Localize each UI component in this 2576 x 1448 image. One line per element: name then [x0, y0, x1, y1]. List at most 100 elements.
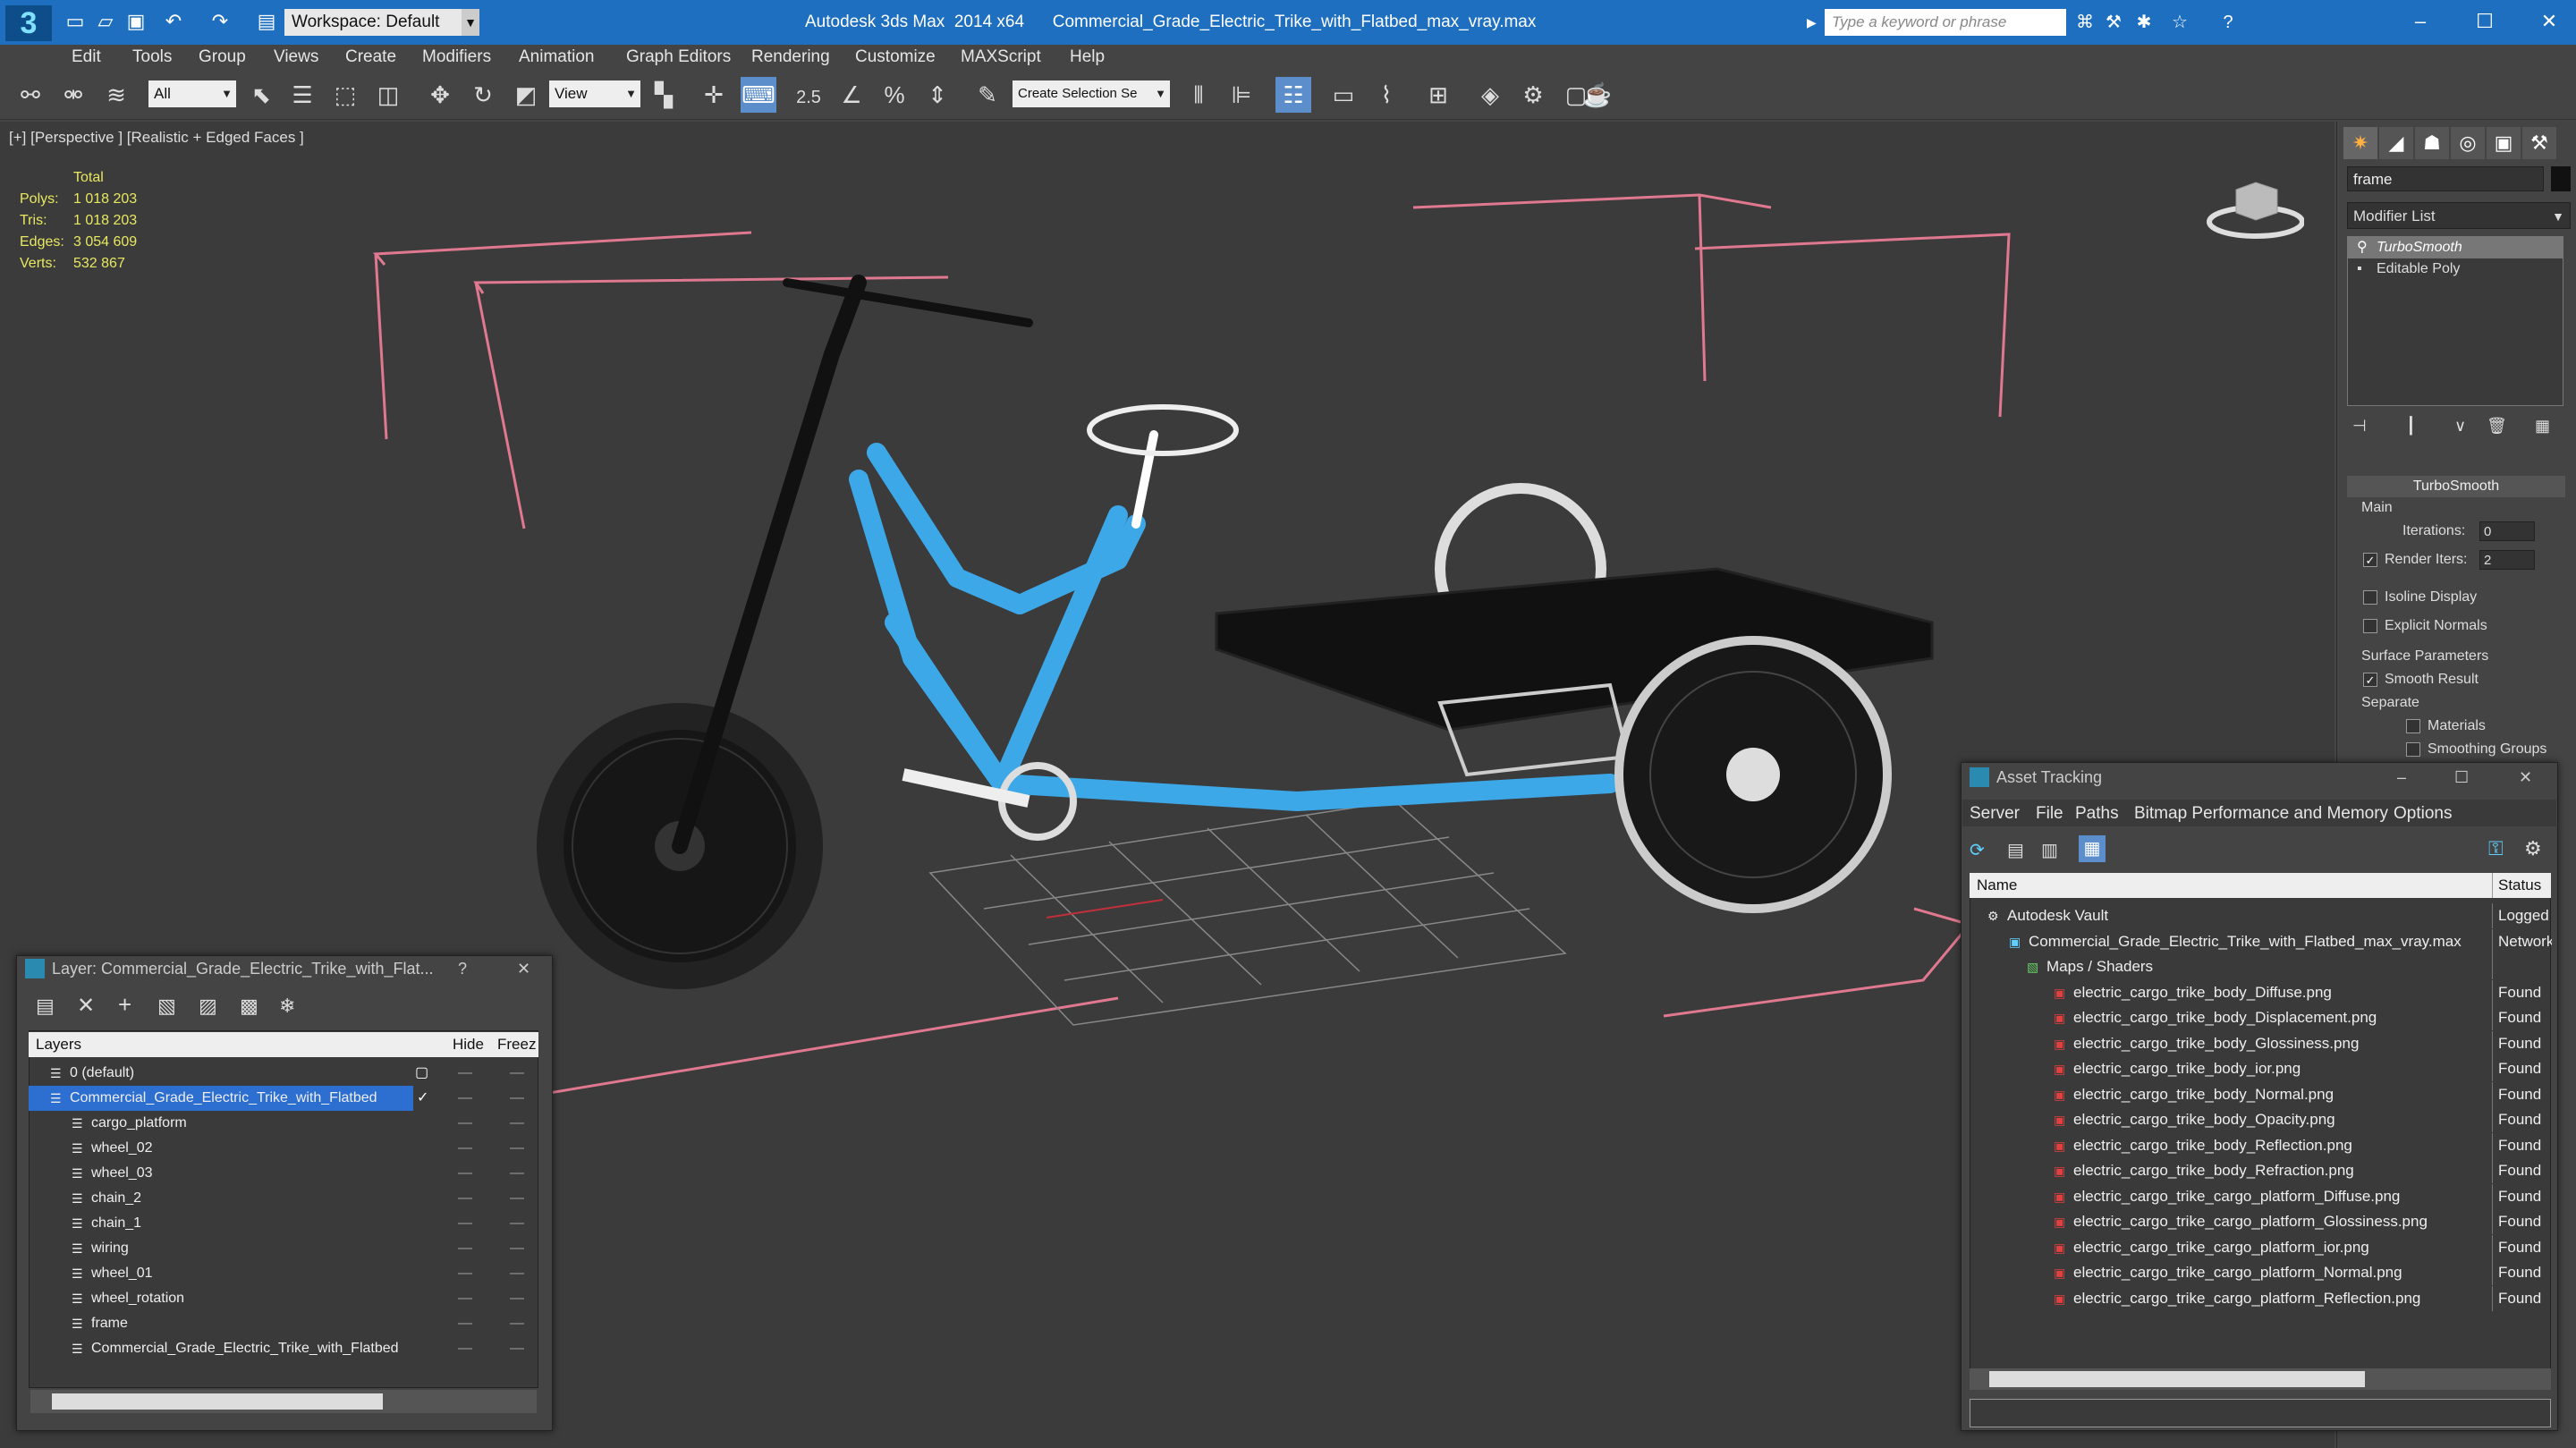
layer-freeze-toggle[interactable]: — [510, 1286, 524, 1311]
favorites-star-icon[interactable]: ☆ [2168, 11, 2191, 34]
open-file-icon[interactable]: ▱ [93, 9, 118, 34]
layer-close-icon[interactable]: ✕ [517, 955, 530, 982]
align-icon[interactable]: ⊫ [1224, 77, 1259, 113]
highlight-layer-icon[interactable]: ▨ [199, 995, 217, 1018]
modify-tab-icon[interactable]: ◢ [2379, 127, 2413, 159]
redo-icon[interactable]: ↷ [208, 9, 233, 34]
app-logo-icon[interactable]: 3 [5, 5, 52, 41]
percent-snap-icon[interactable]: % [877, 77, 912, 113]
menu-modifiers[interactable]: Modifiers [422, 47, 491, 68]
render-iters-spinner[interactable]: 2 [2479, 550, 2535, 570]
asset-row[interactable]: ▣ electric_cargo_trike_cargo_platform_Ref… [1970, 1285, 2551, 1312]
layer-row[interactable]: ☰ chain_1 — — [29, 1211, 538, 1236]
iterations-spinner[interactable]: 0 [2479, 521, 2535, 541]
selection-filter-dropdown[interactable]: All ▼ [148, 80, 236, 107]
layer-freeze-toggle[interactable]: — [510, 1111, 524, 1136]
layer-manager-icon[interactable]: ☷ [1275, 77, 1311, 113]
stack-item-turbosmooth[interactable]: ⚲ TurboSmooth [2348, 237, 2563, 258]
save-file-icon[interactable]: ▣ [123, 9, 148, 34]
menu-customize[interactable]: Customize [855, 47, 936, 68]
asset-row[interactable]: ▣ electric_cargo_trike_body_Displacement.… [1970, 1005, 2551, 1031]
vault-settings-icon[interactable]: ⚙ [2524, 837, 2542, 860]
asset-row[interactable]: ⚙ Autodesk Vault Logged [1970, 903, 2551, 929]
hierarchy-tab-icon[interactable]: ☗ [2415, 127, 2449, 159]
layer-row[interactable]: ☰ Commercial_Grade_Electric_Trike_with_Fl… [29, 1086, 524, 1111]
curve-editor-icon[interactable]: ⌇ [1368, 77, 1404, 113]
asset-horizontal-scrollbar[interactable] [1970, 1368, 2551, 1390]
asset-row[interactable]: ▣ electric_cargo_trike_body_Refraction.pn… [1970, 1158, 2551, 1184]
layer-freeze-toggle[interactable]: — [510, 1061, 524, 1086]
layer-row[interactable]: ☰ frame — — [29, 1311, 538, 1336]
asset-menu-paths[interactable]: Paths [2075, 803, 2119, 825]
layer-help-icon[interactable]: ? [458, 955, 467, 982]
binoculars-icon[interactable]: ⌘ [2073, 11, 2097, 34]
layer-hide-toggle[interactable]: — [458, 1136, 472, 1161]
menu-rendering[interactable]: Rendering [751, 47, 830, 68]
asset-row[interactable]: ▣ Commercial_Grade_Electric_Trike_with_Fl… [1970, 928, 2552, 955]
asset-row[interactable]: ▣ electric_cargo_trike_cargo_platform_Dif… [1970, 1183, 2551, 1210]
layer-hide-toggle[interactable]: — [458, 1211, 472, 1236]
bind-space-warp-icon[interactable]: ≋ [98, 77, 134, 113]
menu-tools[interactable]: Tools [132, 47, 172, 68]
modifier-on-icon[interactable]: ⚲ [2357, 237, 2368, 258]
minimize-icon[interactable]: – [2402, 7, 2438, 36]
chevron-down-icon[interactable]: ▼ [462, 9, 479, 36]
layer-row[interactable]: ☰ wheel_01 — — [29, 1261, 538, 1286]
render-production-icon[interactable]: ☕ [1580, 77, 1615, 113]
layer-freeze-toggle[interactable]: — [510, 1261, 524, 1286]
asset-row[interactable]: ▣ electric_cargo_trike_body_ior.png Found [1970, 1056, 2551, 1082]
rectangular-selection-icon[interactable]: ⬚ [327, 77, 363, 113]
make-unique-icon[interactable]: ∨ [2454, 417, 2466, 436]
create-layer-icon[interactable]: ▤ [36, 995, 55, 1018]
menu-help[interactable]: Help [1070, 47, 1105, 68]
pin-stack-icon[interactable]: ⊣ [2352, 417, 2367, 436]
expand-plus-icon[interactable]: ▪ [2357, 258, 2362, 280]
edit-named-selection-icon[interactable]: ✎ [970, 77, 1005, 113]
layer-freeze-toggle[interactable]: — [510, 1136, 524, 1161]
graphite-ribbon-icon[interactable]: ▭ [1326, 77, 1361, 113]
layer-freeze-toggle[interactable]: — [510, 1161, 524, 1186]
asset-menu-file[interactable]: File [2036, 803, 2063, 825]
keyboard-shortcut-override-icon[interactable]: ⌨ [741, 77, 776, 113]
project-folder-icon[interactable]: ▤ [254, 9, 279, 34]
named-selection-set-dropdown[interactable]: Create Selection Se ▼ [1013, 80, 1170, 107]
layer-freeze-toggle[interactable]: — [510, 1311, 524, 1336]
window-crossing-icon[interactable]: ◫ [370, 77, 406, 113]
layer-row[interactable]: ☰ wiring — — [29, 1236, 538, 1261]
search-input[interactable]: Type a keyword or phrase [1825, 9, 2066, 36]
layer-hide-toggle[interactable]: — [458, 1236, 472, 1261]
move-icon[interactable]: ✥ [422, 77, 458, 113]
scale-icon[interactable]: ◩ [508, 77, 544, 113]
layer-hide-toggle[interactable]: — [458, 1111, 472, 1136]
hide-all-layers-icon[interactable]: ▩ [240, 995, 258, 1018]
display-tab-icon[interactable]: ▣ [2487, 127, 2521, 159]
hide-column-header[interactable]: Hide [453, 1032, 484, 1057]
select-object-icon[interactable]: ⬉ [243, 77, 279, 113]
subscription-icon[interactable]: ⚒ [2102, 11, 2125, 34]
search-expand-icon[interactable]: ▶ [1807, 9, 1823, 36]
explicit-normals-checkbox[interactable] [2363, 619, 2377, 633]
maximize-icon[interactable]: ☐ [2467, 7, 2503, 36]
spinner-snap-icon[interactable]: ⇕ [919, 77, 955, 113]
layer-freeze-toggle[interactable]: — [510, 1086, 524, 1111]
asset-row[interactable]: ▣ electric_cargo_trike_body_Normal.png Fou… [1970, 1081, 2551, 1108]
asset-row[interactable]: ▣ electric_cargo_trike_body_Opacity.png Fo… [1970, 1107, 2551, 1133]
asset-row[interactable]: ▣ electric_cargo_trike_cargo_platform_Glo… [1970, 1209, 2551, 1235]
asset-row[interactable]: ▣ electric_cargo_trike_body_Reflection.pn… [1970, 1132, 2551, 1159]
rotate-icon[interactable]: ↻ [465, 77, 501, 113]
asset-close-icon[interactable]: ✕ [2519, 764, 2532, 791]
workspace-dropdown[interactable]: Workspace: Default [284, 9, 472, 36]
layer-hide-toggle[interactable]: — [458, 1186, 472, 1211]
asset-row[interactable]: ▣ electric_cargo_trike_body_Diffuse.png Fo… [1970, 979, 2551, 1006]
smoothing-groups-checkbox[interactable] [2406, 742, 2420, 757]
layers-column-header[interactable]: Layers [36, 1032, 81, 1057]
asset-minimize-icon[interactable]: – [2397, 764, 2406, 791]
layer-row[interactable]: ☰ cargo_platform — — [29, 1111, 538, 1136]
delete-layer-icon[interactable]: ✕ [77, 993, 95, 1019]
layer-hide-toggle[interactable]: — [458, 1086, 472, 1111]
select-objects-in-layer-icon[interactable]: ▧ [157, 995, 176, 1018]
layer-hide-toggle[interactable]: — [458, 1261, 472, 1286]
turbosmooth-rollout-header[interactable]: TurboSmooth [2347, 476, 2565, 497]
menu-edit[interactable]: Edit [72, 47, 101, 68]
layer-row[interactable]: ☰ chain_2 — — [29, 1186, 538, 1211]
